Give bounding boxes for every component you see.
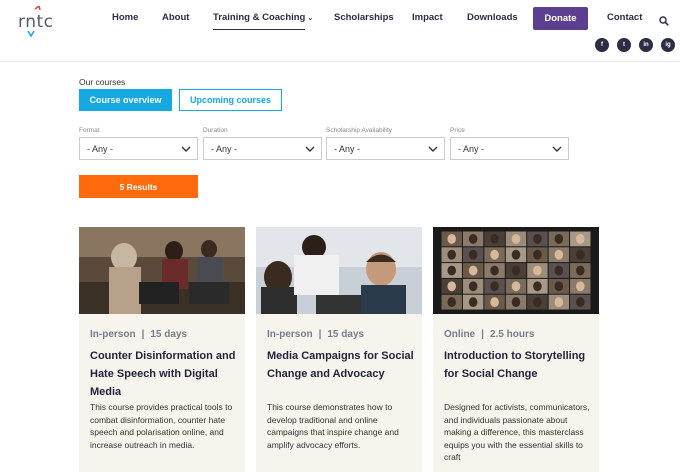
- course-meta: In-person | 15 days: [90, 329, 187, 340]
- course-card[interactable]: In-person | 15 days Counter Disinformation…: [79, 227, 245, 472]
- site-header: rntc Home About Training & Coaching ⌄ Sc…: [0, 0, 680, 62]
- duration-select-value: - Any -: [211, 143, 238, 154]
- nav-about[interactable]: About: [162, 12, 189, 23]
- chevron-down-icon: [552, 146, 562, 152]
- filter-label-duration: Duration: [203, 127, 228, 134]
- linkedin-icon[interactable]: in: [639, 38, 653, 52]
- chevron-down-icon[interactable]: ⌄: [307, 13, 314, 22]
- search-icon[interactable]: [659, 16, 669, 26]
- course-duration: 15 days: [327, 329, 365, 340]
- course-description: This course demonstrates how to develop …: [267, 402, 399, 450]
- filter-label-scholarship: Scholarship Availability: [326, 127, 392, 134]
- nav-scholarships[interactable]: Scholarships: [334, 12, 394, 23]
- price-select-value: - Any -: [458, 143, 485, 154]
- site-logo[interactable]: rntc: [18, 6, 54, 38]
- duration-select[interactable]: - Any -: [203, 137, 322, 160]
- filter-label-price: Price: [450, 127, 465, 134]
- course-title[interactable]: Introduction to Storytelling for Social …: [444, 347, 594, 383]
- course-image[interactable]: [256, 227, 422, 314]
- format-select[interactable]: - Any -: [79, 137, 198, 160]
- course-title[interactable]: Counter Disinformation and Hate Speech w…: [90, 347, 240, 401]
- instagram-icon[interactable]: ig: [661, 38, 675, 52]
- chevron-down-icon: [181, 146, 191, 152]
- logo-text: rntc: [18, 12, 54, 32]
- meta-separator: |: [481, 329, 484, 340]
- course-format: In-person: [267, 329, 313, 340]
- nav-downloads[interactable]: Downloads: [467, 12, 518, 23]
- results-button[interactable]: 5 Results: [79, 175, 198, 198]
- course-image[interactable]: [433, 227, 599, 314]
- filter-label-format: Format: [79, 127, 100, 134]
- donate-button[interactable]: Donate: [533, 7, 588, 30]
- course-meta: Online | 2.5 hours: [444, 329, 534, 340]
- format-select-value: - Any -: [87, 143, 114, 154]
- course-title[interactable]: Media Campaigns for Social Change and Ad…: [267, 347, 417, 383]
- meta-separator: |: [318, 329, 322, 340]
- tab-course-overview[interactable]: Course overview: [79, 89, 172, 111]
- scholarship-select-value: - Any -: [334, 143, 361, 154]
- course-duration: 15 days: [150, 329, 188, 340]
- meta-separator: |: [141, 329, 145, 340]
- chevron-down-icon: [428, 146, 438, 152]
- price-select[interactable]: - Any -: [450, 137, 569, 160]
- nav-home[interactable]: Home: [112, 12, 138, 23]
- chevron-down-icon: [305, 146, 315, 152]
- course-image[interactable]: [79, 227, 245, 314]
- course-meta: In-person | 15 days: [267, 329, 364, 340]
- course-duration: 2.5 hours: [489, 329, 535, 340]
- nav-impact[interactable]: Impact: [412, 12, 443, 23]
- section-label: Our courses: [79, 77, 126, 87]
- course-card[interactable]: In-person | 15 days Media Campaigns for So…: [256, 227, 422, 472]
- course-description: This course provides practical tools to …: [90, 402, 233, 450]
- course-card[interactable]: Online | 2.5 hours Introduction to Storyte…: [433, 227, 599, 472]
- nav-training-coaching[interactable]: Training & Coaching: [213, 12, 306, 30]
- tab-upcoming-courses[interactable]: Upcoming courses: [179, 89, 282, 111]
- facebook-icon[interactable]: f: [595, 38, 609, 52]
- scholarship-select[interactable]: - Any -: [326, 137, 445, 160]
- course-description: Designed for activists, communicators, a…: [444, 402, 590, 462]
- course-format: Online: [444, 329, 476, 340]
- twitter-icon[interactable]: t: [617, 38, 631, 52]
- nav-contact[interactable]: Contact: [607, 12, 642, 23]
- course-format: In-person: [90, 329, 136, 340]
